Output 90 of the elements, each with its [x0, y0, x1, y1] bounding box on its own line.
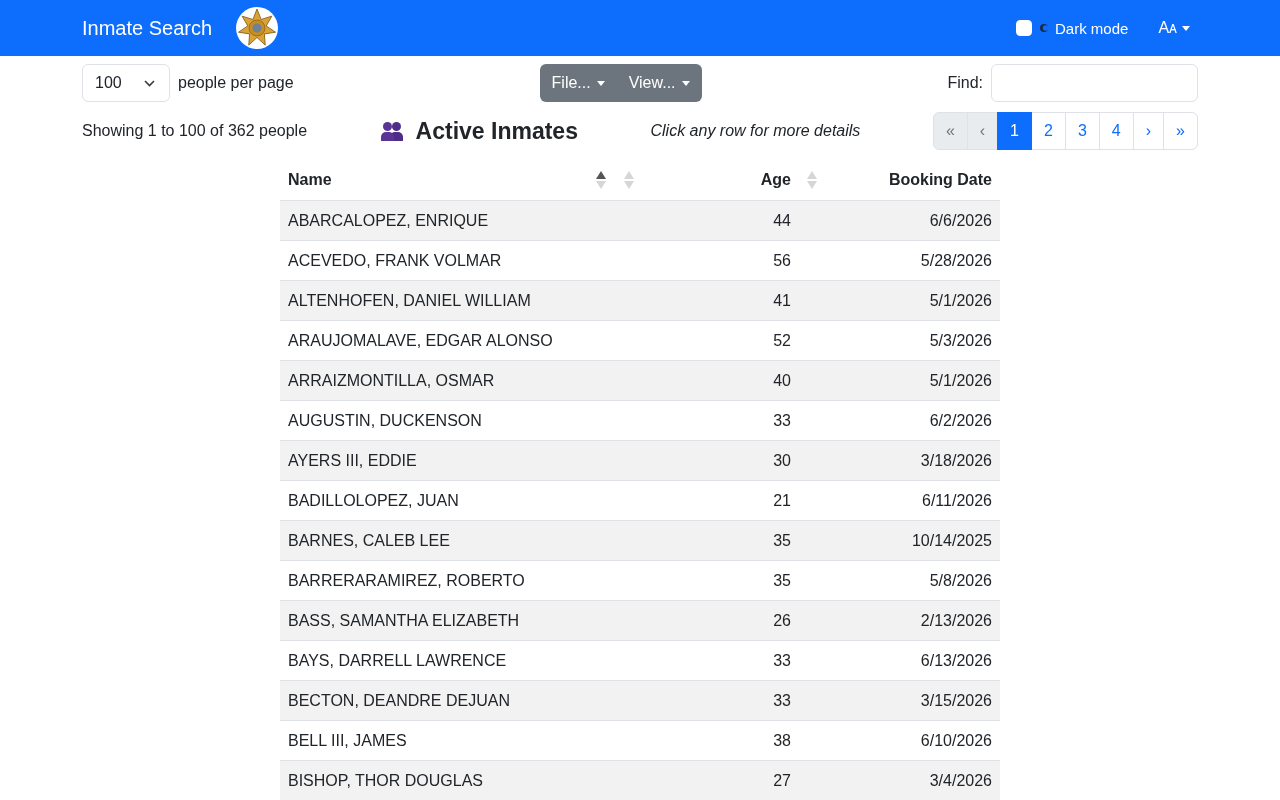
- table-row[interactable]: ALTENHOFEN, DANIEL WILLIAM 41 5/1/2026: [280, 280, 1000, 321]
- table-cell: 3/4/2026: [929, 772, 992, 789]
- table-row[interactable]: ACEVEDO, FRANK VOLMAR 56 5/28/2026: [280, 240, 1000, 281]
- dark-mode-label: Dark mode: [1055, 19, 1129, 37]
- table-row[interactable]: BASS, SAMANTHA ELIZABETH 26 2/13/2026: [280, 600, 1000, 641]
- table-cell: 33: [773, 652, 791, 669]
- table-row[interactable]: BISHOP, THOR DOUGLAS 27 3/4/2026: [280, 760, 1000, 800]
- table-cell: 3/18/2026: [920, 452, 992, 469]
- table-cell: 33: [773, 692, 791, 709]
- caret-icon: [1182, 25, 1190, 31]
- table-cell: 35: [773, 532, 791, 549]
- table-row[interactable]: ARAUJOMALAVE, EDGAR ALONSO 52 5/3/2026: [280, 320, 1000, 361]
- dark-mode-checkbox[interactable]: [1016, 20, 1033, 36]
- menu-button[interactable]: File...: [539, 64, 617, 102]
- table-row[interactable]: AUGUSTIN, DUCKENSON 33 6/2/2026: [280, 400, 1000, 441]
- table-cell: 5/28/2026: [920, 252, 992, 269]
- table-cell: AYERS III, EDDIE: [288, 452, 417, 469]
- table-cell: 5/3/2026: [929, 332, 992, 349]
- app-title[interactable]: Inmate Search: [82, 16, 213, 40]
- people-icon: [379, 121, 404, 141]
- find-label: Find:: [947, 74, 983, 92]
- page-button[interactable]: 2: [1031, 112, 1066, 150]
- page-button[interactable]: »: [1163, 112, 1198, 150]
- table-cell: 6/13/2026: [920, 652, 992, 669]
- table-cell: 26: [773, 612, 791, 629]
- results-summary: Showing 1 to 100 of 362 people: [82, 122, 308, 140]
- table-cell: 33: [773, 412, 791, 429]
- caret-icon: [596, 80, 605, 86]
- table-row[interactable]: BARRERARAMIREZ, ROBERTO 35 5/8/2026: [280, 560, 1000, 601]
- table-cell: AUGUSTIN, DUCKENSON: [288, 412, 482, 429]
- table-cell: 52: [773, 332, 791, 349]
- table-cell: 21: [773, 492, 791, 509]
- table-cell: BELL III, JAMES: [288, 732, 407, 749]
- page-button[interactable]: ›: [1132, 112, 1165, 150]
- find-input[interactable]: [991, 64, 1198, 102]
- page-button[interactable]: 3: [1064, 112, 1100, 150]
- table-cell: 5/1/2026: [929, 372, 992, 389]
- column-header[interactable]: Booking Date: [888, 171, 992, 189]
- table-cell: BASS, SAMANTHA ELIZABETH: [288, 612, 520, 629]
- table-cell: 6/2/2026: [929, 412, 992, 429]
- table-cell: 3/15/2026: [920, 692, 992, 709]
- table-cell: 6/6/2026: [929, 212, 992, 229]
- star-badge-icon: [236, 7, 279, 49]
- table-cell: BARRERARAMIREZ, ROBERTO: [288, 572, 525, 589]
- moon-icon: [1040, 24, 1049, 32]
- table-cell: 38: [773, 732, 791, 749]
- table-cell: ABARCALOPEZ, ENRIQUE: [288, 212, 489, 229]
- table-cell: 6/11/2026: [922, 492, 992, 509]
- table-cell: BARNES, CALEB LEE: [288, 532, 450, 549]
- table-cell: ARAUJOMALAVE, EDGAR ALONSO: [288, 332, 553, 349]
- table-cell: 27: [773, 772, 791, 789]
- table-row[interactable]: ABARCALOPEZ, ENRIQUE 44 6/6/2026: [280, 200, 1000, 241]
- table-cell: ACEVEDO, FRANK VOLMAR: [288, 252, 502, 269]
- table-row[interactable]: ARRAIZMONTILLA, OSMAR 40 5/1/2026: [280, 360, 1000, 401]
- table-cell: 35: [773, 572, 791, 589]
- per-page-label: people per page: [178, 74, 294, 92]
- menu-button[interactable]: View...: [616, 64, 702, 102]
- table-row[interactable]: BELL III, JAMES 38 6/10/2026: [280, 720, 1000, 761]
- page-heading: Active Inmates: [415, 117, 578, 145]
- table-cell: BISHOP, THOR DOUGLAS: [288, 772, 483, 789]
- table-cell: ARRAIZMONTILLA, OSMAR: [288, 372, 495, 389]
- table-cell: 10/14/2025: [911, 532, 992, 549]
- table-cell: BAYS, DARRELL LAWRENCE: [288, 652, 507, 669]
- table-cell: 5/1/2026: [929, 292, 992, 309]
- column-header[interactable]: Age: [760, 171, 791, 189]
- table-cell: 41: [773, 292, 791, 309]
- font-size-menu[interactable]: Aᴀ: [1158, 15, 1190, 41]
- table-cell: 44: [773, 212, 791, 229]
- page-button[interactable]: 1: [997, 112, 1032, 150]
- table-cell: 2/13/2026: [920, 612, 992, 629]
- page-button[interactable]: 4: [1098, 112, 1134, 150]
- table-cell: 30: [773, 452, 791, 469]
- chevron-down-icon: [144, 79, 155, 87]
- hint-text: Click any row for more details: [650, 122, 861, 140]
- table-cell: 5/8/2026: [929, 572, 992, 589]
- table-row[interactable]: BAYS, DARRELL LAWRENCE 33 6/13/2026: [280, 640, 1000, 681]
- table-row[interactable]: AYERS III, EDDIE 30 3/18/2026: [280, 440, 1000, 481]
- table-cell: BECTON, DEANDRE DEJUAN: [288, 692, 510, 709]
- table-cell: 6/10/2026: [920, 732, 992, 749]
- sort-icon[interactable]: [596, 171, 606, 189]
- table-cell: ALTENHOFEN, DANIEL WILLIAM: [288, 292, 531, 309]
- table-row[interactable]: BARNES, CALEB LEE 35 10/14/2025: [280, 520, 1000, 561]
- page-size-select[interactable]: 100: [82, 64, 170, 102]
- table-cell: 40: [773, 372, 791, 389]
- table-row[interactable]: BECTON, DEANDRE DEJUAN 33 3/15/2026: [280, 680, 1000, 721]
- table-cell: 56: [773, 252, 791, 269]
- column-header[interactable]: Name: [288, 171, 332, 189]
- table-cell: BADILLOLOPEZ, JUAN: [288, 492, 459, 509]
- caret-icon: [681, 80, 690, 86]
- table-row[interactable]: BADILLOLOPEZ, JUAN 21 6/11/2026: [280, 480, 1000, 521]
